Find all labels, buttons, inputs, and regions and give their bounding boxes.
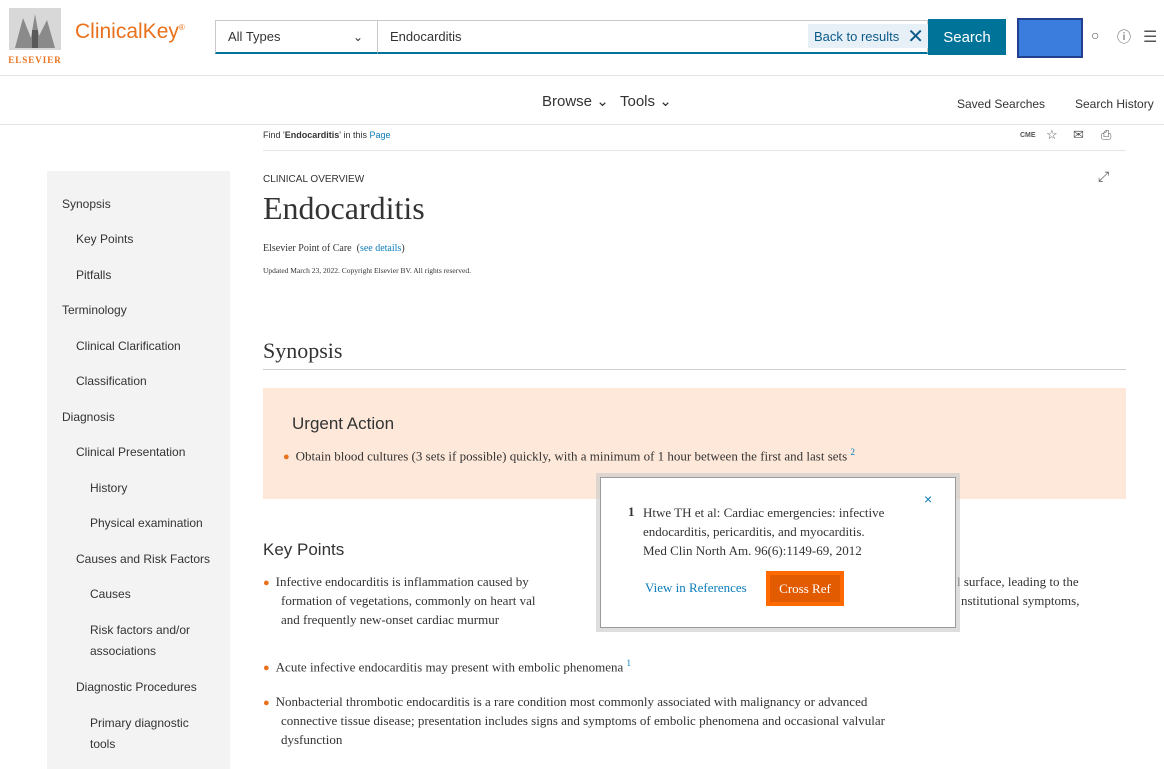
key-point-item-cont: l surface, leading to the <box>957 574 1079 589</box>
bullet-icon: ● <box>283 451 290 464</box>
toc-terminology[interactable]: Terminology <box>62 301 127 319</box>
urgent-action-item: ● Obtain blood cultures (3 sets if possib… <box>283 447 855 464</box>
view-in-references-link[interactable]: View in References <box>645 580 747 596</box>
clinicalkey-brand[interactable]: ClinicalKey® <box>75 20 185 44</box>
table-of-contents: Synopsis Key Points Pitfalls Terminology… <box>47 171 230 769</box>
toc-physical-examination[interactable]: Physical examination <box>90 514 203 532</box>
close-icon: ✕ <box>907 25 925 48</box>
type-select-value: All Types <box>228 29 281 44</box>
toc-causes[interactable]: Causes <box>90 585 131 603</box>
nav-divider <box>0 124 1164 125</box>
toc-classification[interactable]: Classification <box>76 372 147 390</box>
reference-citation: Htwe TH et al: Cardiac emergencies: infe… <box>643 505 885 558</box>
reference-link[interactable]: 2 <box>850 447 855 457</box>
page-title: Endocarditis <box>263 190 425 226</box>
reference-link[interactable]: 1 <box>627 658 632 668</box>
chevron-down-icon: ⌄ <box>659 93 672 110</box>
top-header: ELSEVIER ClinicalKey® All Types ⌄ Endoca… <box>0 0 1164 76</box>
user-icon[interactable]: ○ <box>1091 27 1099 43</box>
browse-menu[interactable]: Browse ⌄ <box>542 92 609 110</box>
updated-date: Updated March 23, 2022. Copyright Elsevi… <box>263 266 471 275</box>
bullet-icon: ● <box>263 662 270 675</box>
help-icon[interactable]: ⓘ <box>1117 27 1131 47</box>
toc-risk-factors-cont[interactable]: associations <box>90 642 156 660</box>
key-point-item: ● Acute infective endocarditis may presen… <box>263 658 632 675</box>
urgent-action-heading: Urgent Action <box>292 414 395 433</box>
elsevier-tree-icon <box>9 8 61 50</box>
elsevier-logo[interactable]: ELSEVIER <box>6 8 64 66</box>
print-icon[interactable]: ⎙ <box>1101 127 1111 143</box>
elsevier-wordmark: ELSEVIER <box>8 55 62 65</box>
search-history-link[interactable]: Search History <box>1075 97 1154 111</box>
toc-clinical-presentation[interactable]: Clinical Presentation <box>76 443 185 461</box>
toc-synopsis[interactable]: Synopsis <box>62 195 111 213</box>
toc-risk-factors[interactable]: Risk factors and/or <box>90 621 190 639</box>
see-details-link[interactable]: see details <box>360 243 401 254</box>
saved-searches-link[interactable]: Saved Searches <box>957 97 1045 111</box>
search-input-value: Endocarditis <box>390 29 462 44</box>
find-in-page: Find 'Endocarditis' in this Page <box>263 130 391 140</box>
star-icon[interactable]: ☆ <box>1046 127 1058 143</box>
key-point-item: ● Infective endocarditis is inflammation … <box>263 574 529 589</box>
search-button[interactable]: Search <box>928 19 1006 55</box>
key-point-item-cont: formation of vegetations, commonly on he… <box>281 593 536 608</box>
find-page-link[interactable]: Page <box>369 130 390 140</box>
article-kicker: CLINICAL OVERVIEW <box>263 174 365 185</box>
article-source: Elsevier Point of Care (see details) <box>263 243 405 254</box>
menu-icon[interactable]: ☰ <box>1143 27 1157 47</box>
email-icon[interactable]: ✉ <box>1073 127 1084 143</box>
toc-key-points[interactable]: Key Points <box>76 230 133 248</box>
bullet-icon: ● <box>263 577 270 589</box>
toc-pitfalls[interactable]: Pitfalls <box>76 266 111 284</box>
toc-diagnostic-procedures[interactable]: Diagnostic Procedures <box>76 678 197 696</box>
cme-button[interactable]: CME <box>1020 132 1036 139</box>
synopsis-divider <box>263 369 1126 370</box>
toc-clinical-clarification[interactable]: Clinical Clarification <box>76 337 181 355</box>
back-to-results-button[interactable]: Back to results ✕ <box>808 24 931 48</box>
chevron-down-icon: ⌄ <box>352 30 363 44</box>
key-points-heading: Key Points <box>263 540 345 559</box>
redacted-account-box[interactable] <box>1017 18 1083 58</box>
synopsis-heading: Synopsis <box>263 338 343 363</box>
key-point-item: ● Nonbacterial thrombotic endocarditis is… <box>263 694 868 709</box>
back-to-results-label: Back to results <box>814 28 900 44</box>
expand-icon[interactable]: ⤢ <box>1098 168 1109 185</box>
toc-history[interactable]: History <box>90 479 127 497</box>
key-point-item-cont: dysfunction <box>281 732 343 747</box>
cross-ref-button[interactable]: Cross Ref <box>766 571 844 606</box>
find-divider <box>263 150 1126 151</box>
chevron-down-icon: ⌄ <box>596 93 609 110</box>
toc-causes-and-risk-factors[interactable]: Causes and Risk Factors <box>76 550 210 568</box>
key-point-item-cont: nstitutional symptoms, <box>961 593 1080 608</box>
reference-number: 1 <box>628 504 635 519</box>
toc-primary-diagnostic-tools-cont[interactable]: tools <box>90 735 115 753</box>
toc-primary-diagnostic-tools[interactable]: Primary diagnostic <box>90 714 189 732</box>
bullet-icon: ● <box>263 697 270 709</box>
toc-diagnosis[interactable]: Diagnosis <box>62 408 115 426</box>
key-point-item-cont: and frequently new-onset cardiac murmur <box>281 612 500 627</box>
key-point-item-cont: connective tissue disease; presentation … <box>281 713 885 728</box>
tools-menu[interactable]: Tools ⌄ <box>620 92 672 110</box>
content-type-select[interactable]: All Types ⌄ <box>215 20 378 54</box>
